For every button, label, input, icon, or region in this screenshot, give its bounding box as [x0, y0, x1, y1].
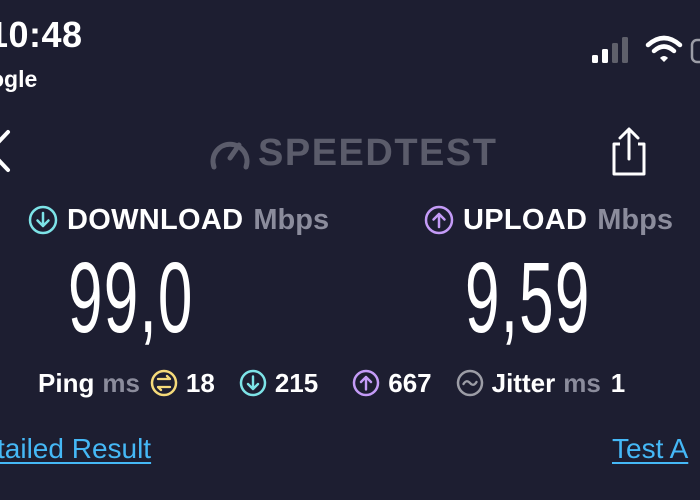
upload-title: UPLOAD [463, 203, 588, 236]
cellular-signal-icon [592, 37, 628, 63]
arrow-down-circle-icon [28, 205, 58, 235]
upload-value: 9,59 [465, 242, 591, 354]
test-again-link[interactable]: Test A [612, 433, 688, 465]
detailed-result-link[interactable]: tailed Result [0, 433, 151, 465]
download-header: DOWNLOAD Mbps [28, 198, 329, 242]
status-carrier: ogle [0, 66, 38, 92]
download-title: DOWNLOAD [67, 203, 244, 236]
logo-text: SPEEDTEST [258, 131, 498, 174]
wifi-icon [645, 35, 683, 62]
speedtest-logo: SPEEDTEST [208, 130, 497, 176]
battery-icon [690, 38, 700, 64]
ping-upload-value: 667 [388, 367, 432, 398]
upload-unit: Mbps [597, 203, 673, 236]
jitter-label: Jitter [491, 367, 556, 398]
jitter-value: 1 [610, 367, 626, 398]
share-icon[interactable] [608, 126, 650, 178]
status-time: 10:48 [0, 14, 83, 55]
arrow-up-circle-icon [424, 205, 454, 235]
idle-latency-icon [150, 369, 178, 397]
back-chevron-icon[interactable] [0, 128, 12, 174]
ping-idle-value: 18 [185, 367, 215, 398]
gauge-icon [210, 141, 250, 170]
arrow-down-circle-icon [239, 369, 267, 397]
ping-label: Ping [38, 367, 95, 398]
speedtest-result-screen: 10:48 ogle SPEEDTEST DOWNLOAD [0, 0, 700, 500]
upload-header: UPLOAD Mbps [424, 198, 673, 242]
download-unit: Mbps [253, 203, 330, 236]
download-value: 99,0 [68, 242, 194, 354]
arrow-up-circle-icon [352, 369, 380, 397]
ping-download-value: 215 [274, 367, 319, 398]
jitter-unit: ms [563, 367, 601, 398]
latency-stats-row: Ping ms 18 215 667 Jitter ms 1 [38, 362, 625, 404]
jitter-wave-icon [456, 369, 483, 397]
ping-unit: ms [102, 367, 140, 398]
